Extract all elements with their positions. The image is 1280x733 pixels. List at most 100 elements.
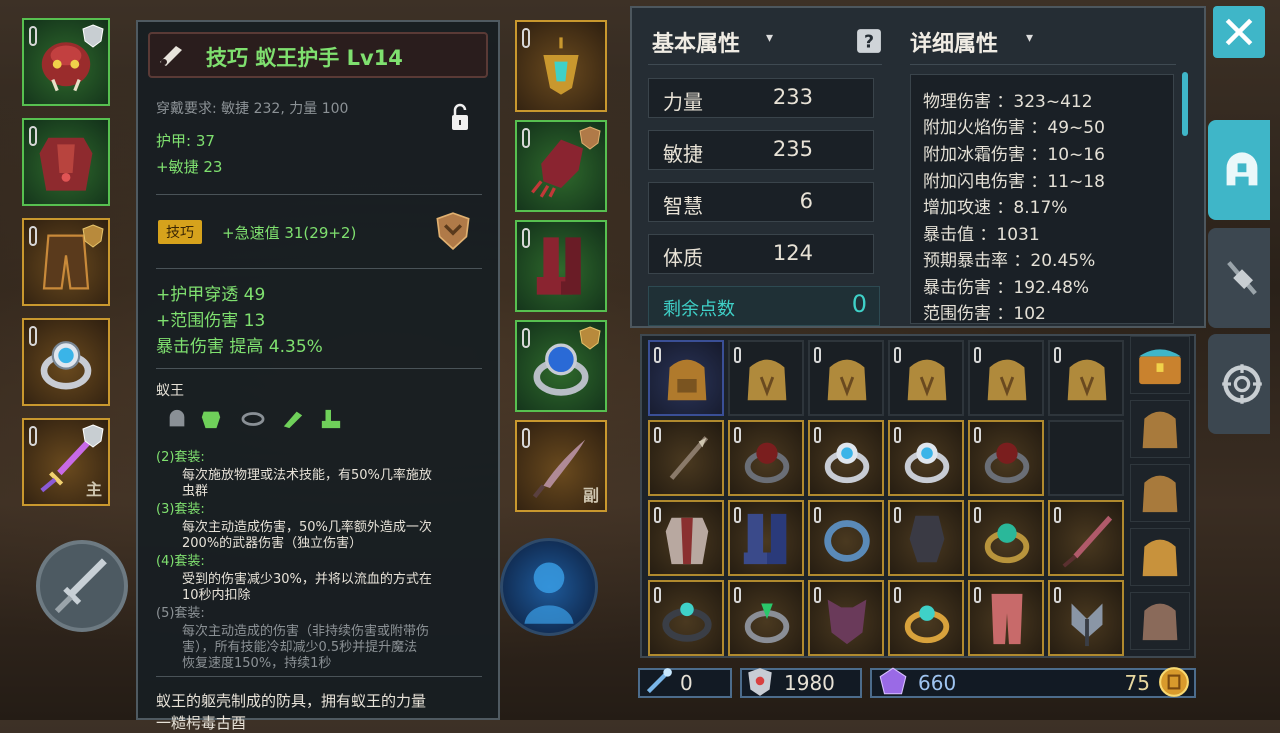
helmet-slot[interactable]	[22, 18, 110, 106]
detail-line: 暴击伤害 ：192.48%	[923, 278, 1090, 298]
agility-bonus: +敏捷 23	[156, 158, 223, 176]
inventory-slot[interactable]	[728, 420, 804, 496]
lock-icon	[29, 26, 37, 46]
stats-panel: 基本属性 ▾ ? 详细属性 ▾ 力量 233 敏捷 235 智慧 6 体质 12…	[630, 6, 1206, 328]
tab-settings[interactable]	[1208, 334, 1270, 434]
lock-icon	[29, 326, 37, 346]
ring-slot[interactable]	[22, 318, 110, 406]
set-name: 蚁王	[156, 383, 184, 399]
inventory-slot[interactable]	[648, 500, 724, 576]
inventory-slot[interactable]	[968, 580, 1044, 656]
inventory-slot[interactable]	[808, 580, 884, 656]
lock-icon	[522, 128, 530, 148]
inventory-slot[interactable]	[888, 580, 964, 656]
character-portrait-button[interactable]	[500, 538, 598, 636]
inventory-slot[interactable]	[888, 420, 964, 496]
amulet-icon	[543, 37, 579, 95]
chest-slot[interactable]	[22, 118, 110, 206]
leggings-icon	[991, 593, 1023, 645]
lock-icon	[29, 126, 37, 146]
main-hand-tag: 主	[85, 480, 102, 499]
inventory-slot[interactable]	[968, 340, 1044, 416]
inventory-slot[interactable]	[648, 420, 724, 496]
emerald-ring-icon	[984, 523, 1030, 564]
stat-name: 力量	[663, 90, 703, 114]
inventory-slot-empty[interactable]	[1048, 420, 1124, 496]
ant-boots-icon	[536, 237, 581, 295]
inventory-slot[interactable]	[1048, 580, 1124, 656]
inventory-slot[interactable]	[968, 420, 1044, 496]
gloves-slot[interactable]	[515, 120, 607, 212]
gold-count: 75	[1124, 671, 1150, 695]
bag-slot[interactable]	[1130, 528, 1190, 586]
tab-weapons[interactable]	[1208, 228, 1270, 328]
backpack-icon	[1142, 539, 1178, 577]
inventory-slot[interactable]	[888, 500, 964, 576]
dagger-icon	[1062, 515, 1113, 568]
ring2-slot[interactable]	[515, 320, 607, 412]
offhand-slot[interactable]: 副	[515, 420, 607, 512]
shield-rank-icon	[82, 224, 104, 248]
detail-line: 附加火焰伤害 ：49~50	[923, 118, 1105, 138]
set2-title: (2)套装:	[156, 450, 205, 465]
inventory-slot[interactable]	[808, 420, 884, 496]
amulet-slot[interactable]	[515, 20, 607, 112]
set2-desc: 每次施放物理或法术技能，有50%几率施放	[182, 468, 432, 483]
stat-name: 智慧	[663, 194, 703, 218]
inventory-slot[interactable]	[968, 500, 1044, 576]
legs-slot[interactable]	[22, 218, 110, 306]
backpack-icon	[747, 359, 787, 401]
close-button[interactable]	[1213, 6, 1265, 58]
close-icon	[1225, 18, 1253, 46]
inventory-slot[interactable]	[808, 500, 884, 576]
skill-bonus: +急速值 31(29+2)	[222, 224, 357, 242]
wear-requirement: 穿戴要求: 敏捷 232, 力量 100	[156, 101, 349, 117]
shield-rank-icon	[579, 126, 601, 150]
inventory-slot[interactable]	[808, 340, 884, 416]
main-weapon-slot[interactable]: 主	[22, 418, 110, 506]
boots-icon	[743, 513, 787, 565]
ruby-ring-icon	[744, 442, 790, 484]
inventory-slot[interactable]	[648, 580, 724, 656]
item-tooltip: 技巧 蚁王护手 Lv14 穿戴要求: 敏捷 232, 力量 100 护甲: 37…	[136, 20, 500, 732]
gauntlet-set-icon	[283, 411, 303, 429]
set5-desc: 恢复速度150%，持续1秒	[182, 656, 332, 671]
purple-crystal-icon	[879, 667, 907, 695]
help-icon[interactable]: ?	[856, 28, 882, 54]
bag-slot[interactable]	[1130, 400, 1190, 458]
detailed-attributes-list[interactable]: 物理伤害 ：323~412 附加火焰伤害 ：49~50 附加冰霜伤害 ：10~1…	[910, 74, 1174, 324]
spear-icon	[669, 436, 709, 480]
attack-button[interactable]	[36, 540, 128, 632]
set3-title: (3)套装:	[156, 502, 205, 517]
boots-slot[interactable]	[515, 220, 607, 312]
dropdown-arrow-icon[interactable]: ▾	[1026, 30, 1033, 46]
backpack-icon	[1142, 411, 1178, 449]
ring-icon	[662, 602, 712, 642]
gold-coin-icon	[1159, 667, 1189, 697]
shield-rank-icon	[82, 24, 104, 48]
armor-icon	[665, 517, 709, 565]
gauntlet-icon	[160, 46, 182, 66]
inventory-slot[interactable]	[728, 340, 804, 416]
inventory-slot[interactable]	[1048, 340, 1124, 416]
bonus-crit-damage: 暴击伤害 提高 4.35%	[156, 337, 323, 357]
scrollbar-thumb[interactable]	[1182, 72, 1188, 136]
bag-slot[interactable]	[1130, 592, 1190, 650]
inventory-slot[interactable]	[648, 340, 724, 416]
dropdown-arrow-icon[interactable]: ▾	[766, 30, 773, 46]
inventory-slot[interactable]	[888, 340, 964, 416]
detail-line: 预期暴击率 ：20.45%	[923, 251, 1096, 271]
silver-crest-icon	[748, 668, 772, 696]
bag-slot[interactable]	[1130, 336, 1190, 394]
silver-count: 1980	[784, 671, 835, 695]
crystal-count: 660	[918, 671, 957, 695]
lock-icon[interactable]	[450, 100, 470, 134]
inventory-slot[interactable]	[728, 580, 804, 656]
inventory-slot[interactable]	[1048, 500, 1124, 576]
helmet-set-icon	[169, 409, 185, 427]
bag-slot[interactable]	[1130, 464, 1190, 522]
tab-equipment[interactable]	[1208, 120, 1270, 220]
shard-currency: 0	[638, 668, 732, 698]
target-tab-icon	[1222, 364, 1262, 404]
inventory-slot[interactable]	[728, 500, 804, 576]
